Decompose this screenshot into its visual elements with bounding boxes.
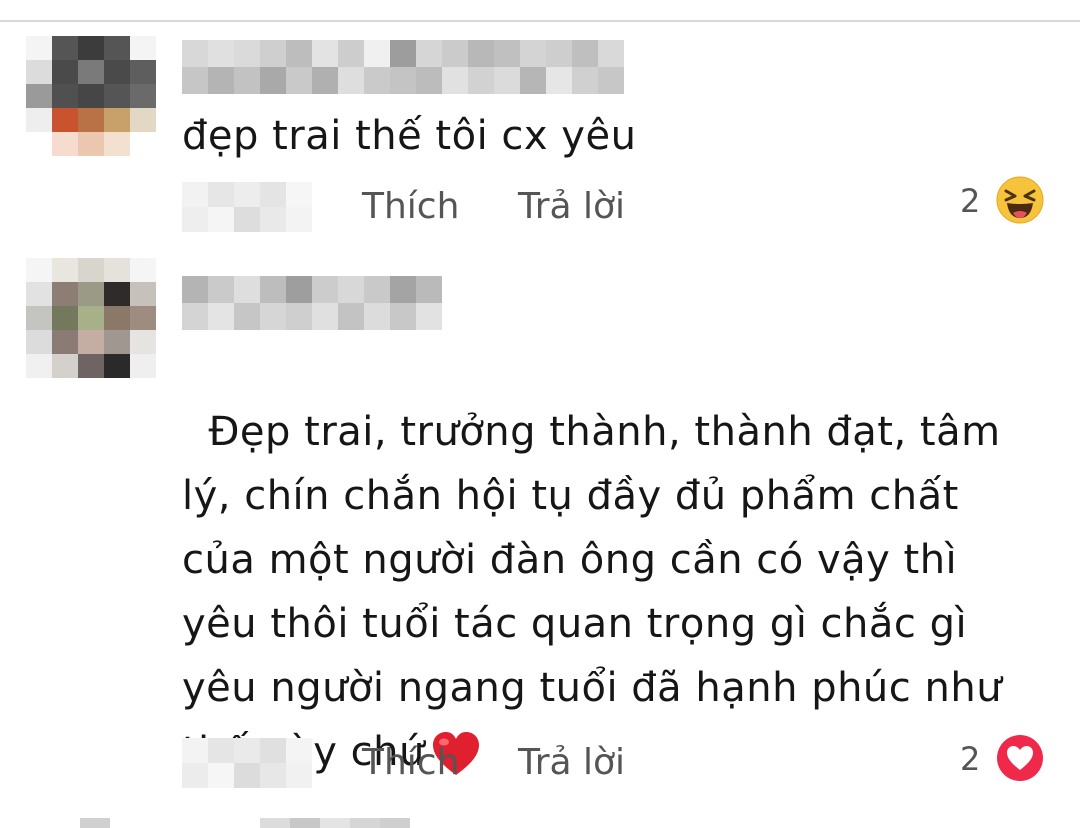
comment-text: đẹp trai thế tôi cx yêu [182,113,637,159]
reply-button[interactable]: Trả lời [518,186,625,227]
reaction-count[interactable]: 2 [960,182,980,220]
avatar[interactable] [26,498,156,618]
love-reaction-icon[interactable] [996,734,1044,782]
timestamp-blurred[interactable] [182,182,312,232]
like-button[interactable]: Thích [362,742,459,783]
comment-1: đẹp trai thế tôi cx yêu Thích Trả lời 2 [0,0,1080,240]
reaction-count[interactable]: 2 [960,740,980,778]
reply-button[interactable]: Trả lời [518,742,625,783]
comment-text-content: Đẹp trai, trưởng thành, thành đạt, tâm l… [182,409,1003,775]
author-name-blurred[interactable] [182,40,624,94]
author-name-blurred[interactable] [182,276,442,330]
like-button[interactable]: Thích [362,186,459,227]
timestamp-blurred[interactable] [182,738,312,788]
avatar[interactable] [26,36,156,156]
next-comment-blurred [0,818,1080,828]
comment-text: Đẹp trai, trưởng thành, thành đạt, tâm l… [182,336,1042,784]
avatar[interactable] [26,258,156,378]
laughing-emoji-icon[interactable] [996,176,1044,224]
